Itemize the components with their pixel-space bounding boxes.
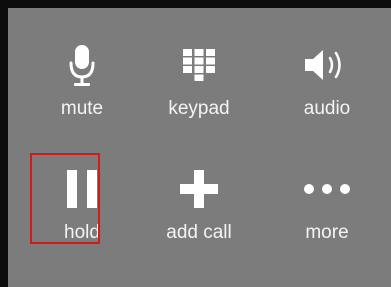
audio-label: audio bbox=[303, 98, 351, 119]
call-controls-panel: mute keypad audio hold add call more bbox=[8, 8, 391, 287]
more-label: more bbox=[305, 222, 349, 243]
more-button[interactable]: more bbox=[281, 158, 373, 260]
microphone-icon bbox=[36, 42, 128, 88]
mute-label: mute bbox=[60, 98, 104, 119]
keypad-button[interactable]: keypad bbox=[153, 34, 245, 136]
add-call-label: add call bbox=[166, 222, 232, 243]
pause-icon bbox=[36, 166, 128, 212]
keypad-grid-icon bbox=[153, 42, 245, 88]
audio-button[interactable]: audio bbox=[281, 34, 373, 136]
keypad-label: keypad bbox=[168, 98, 230, 119]
ellipsis-icon bbox=[281, 166, 373, 212]
hold-label: hold bbox=[64, 222, 100, 243]
speaker-icon bbox=[281, 42, 373, 88]
plus-icon bbox=[153, 166, 245, 212]
mute-button[interactable]: mute bbox=[36, 34, 128, 136]
hold-button[interactable]: hold bbox=[36, 158, 128, 260]
add-call-button[interactable]: add call bbox=[153, 158, 245, 260]
